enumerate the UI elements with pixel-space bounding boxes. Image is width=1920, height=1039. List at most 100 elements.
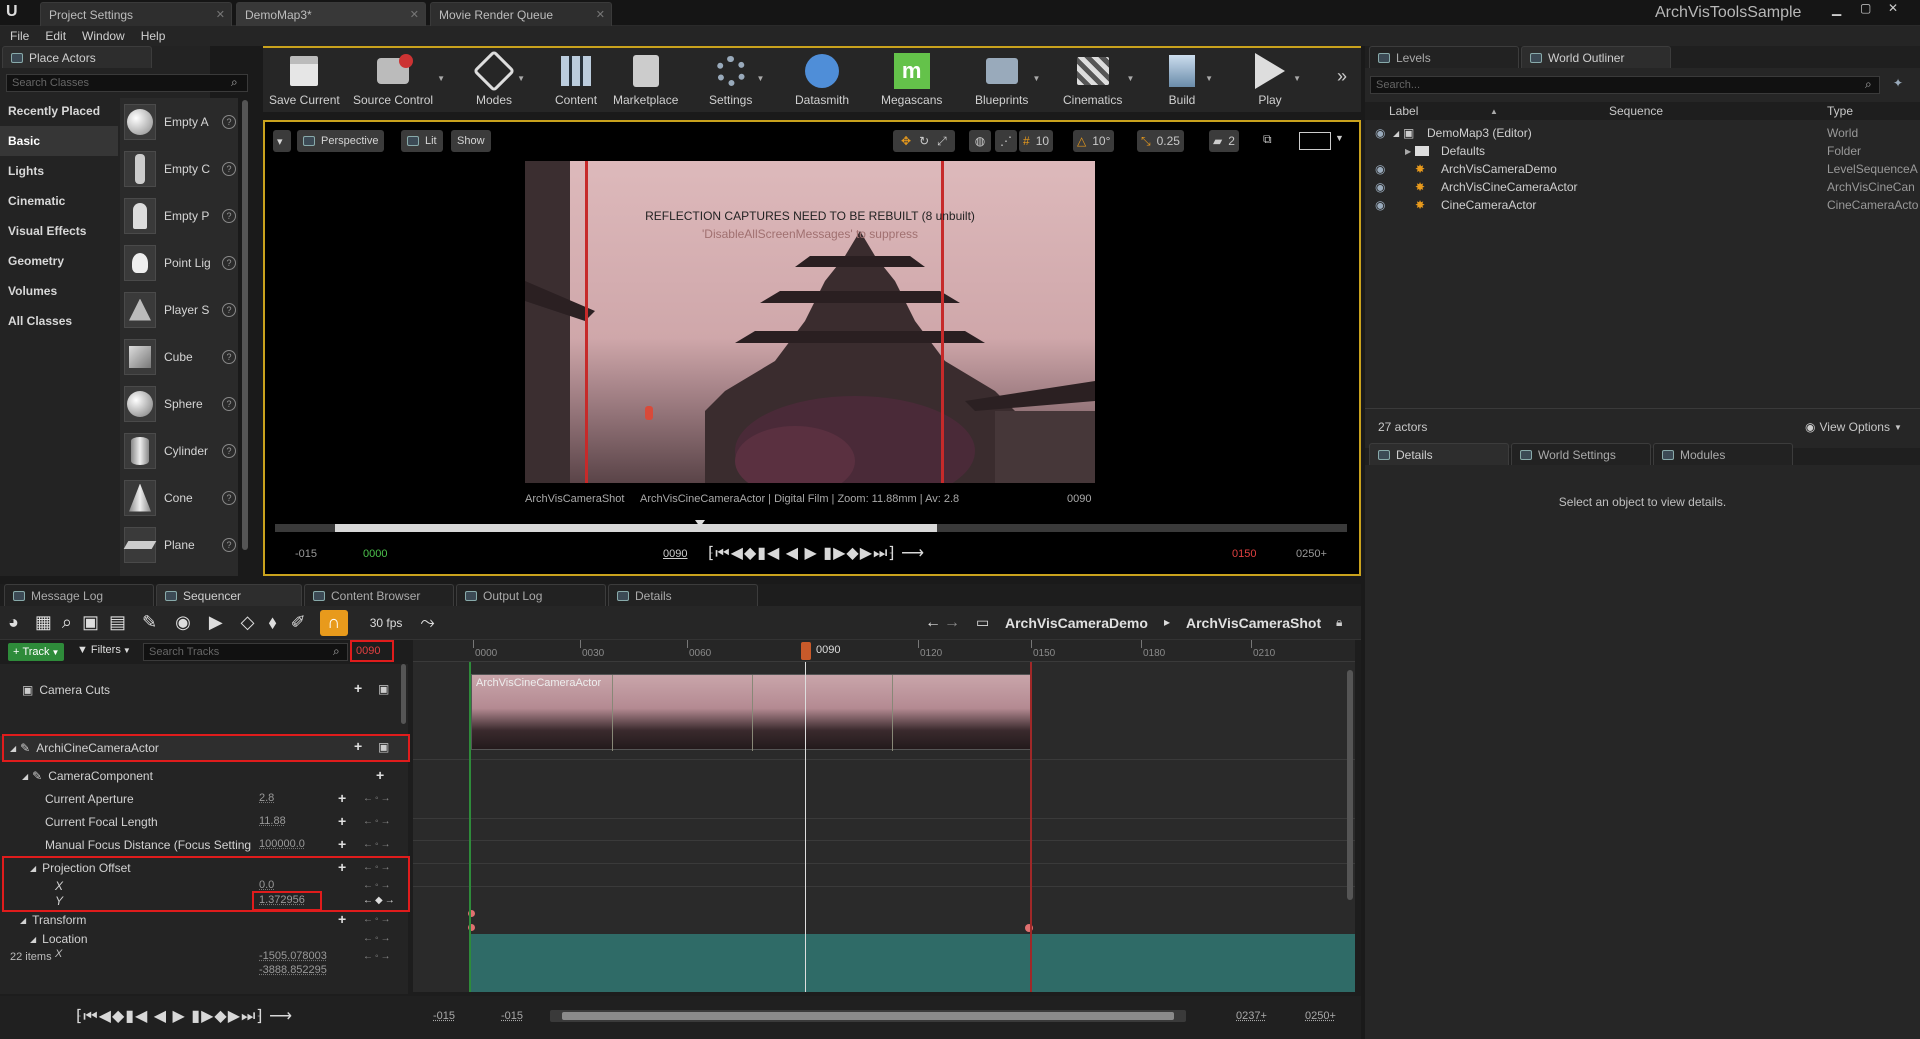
category-recently-placed[interactable]: Recently Placed: [0, 96, 118, 126]
search-classes-input[interactable]: Search Classes: [6, 74, 248, 92]
camera-component-track[interactable]: ◢ ✎ CameraComponent: [0, 766, 410, 786]
actor-item-cylinder[interactable]: Cylinder?: [120, 427, 238, 474]
category-visual-effects[interactable]: Visual Effects: [0, 216, 118, 246]
actor-item-point-light[interactable]: Point Lig?: [120, 239, 238, 286]
tab-output-log[interactable]: Output Log: [456, 584, 606, 606]
tab-place-actors[interactable]: Place Actors: [2, 46, 152, 68]
megascans-button[interactable]: m Megascans: [881, 52, 942, 107]
camera-cuts-track[interactable]: ▣ Camera Cuts: [0, 678, 410, 702]
layout-dropdown-icon[interactable]: ▼: [1335, 133, 1344, 143]
help-icon[interactable]: ?: [222, 349, 236, 364]
category-basic[interactable]: Basic: [0, 126, 118, 156]
sort-icon[interactable]: ▲: [1490, 107, 1498, 116]
search-icon[interactable]: ⌕: [333, 644, 340, 659]
col-label[interactable]: Label: [1389, 104, 1418, 118]
transform-section[interactable]: [471, 934, 1355, 992]
time-slider-playhead[interactable]: [695, 520, 705, 527]
translate-icon[interactable]: ✥: [901, 134, 911, 148]
bottom-end[interactable]: 0237+: [1236, 1010, 1267, 1022]
view-options-button[interactable]: ◉ View Options ▼: [1805, 420, 1902, 434]
tab-levels[interactable]: Levels: [1369, 46, 1519, 68]
rotate-icon[interactable]: ↻: [919, 134, 929, 148]
focal-length-track[interactable]: Current Focal Length: [0, 812, 410, 832]
timeline-h-scrollbar[interactable]: [550, 1010, 1186, 1022]
outliner-row[interactable]: ◉ ✸ ArchVisCineCameraActor ArchVisCineCan: [1365, 178, 1920, 196]
chevron-down-icon[interactable]: ▼: [517, 74, 525, 83]
edit-icon[interactable]: ✐: [291, 612, 306, 633]
location-track[interactable]: ◢ Location: [0, 930, 410, 948]
back-arrow-icon[interactable]: ←: [925, 614, 941, 632]
tab-world-settings[interactable]: World Settings: [1511, 443, 1651, 465]
tab-message-log[interactable]: Message Log: [4, 584, 154, 606]
expand-icon[interactable]: ▶: [1405, 147, 1411, 156]
help-icon[interactable]: ?: [222, 443, 236, 458]
help-icon[interactable]: ?: [222, 490, 236, 505]
bottom-start[interactable]: -015: [501, 1010, 523, 1022]
tab-world-outliner[interactable]: World Outliner: [1521, 46, 1671, 68]
outliner-row[interactable]: ◉ ✸ CineCameraActor CineCameraActo: [1365, 196, 1920, 214]
viewport-start-outer[interactable]: -015: [295, 548, 317, 560]
viewport-end[interactable]: 0150: [1232, 548, 1256, 560]
grid-snap-control[interactable]: # 10: [1019, 130, 1054, 152]
menu-window[interactable]: Window: [82, 29, 125, 43]
layout-icon[interactable]: [1299, 132, 1331, 150]
chevron-down-icon[interactable]: ▼: [1293, 74, 1301, 83]
marketplace-button[interactable]: Marketplace: [613, 52, 678, 107]
close-icon[interactable]: ✕: [596, 8, 605, 21]
datasmith-button[interactable]: Datasmith: [795, 52, 849, 107]
play-button[interactable]: Play ▼: [1251, 52, 1301, 107]
show-button[interactable]: Show: [451, 130, 491, 152]
actor-list-scrollbar[interactable]: [242, 100, 248, 550]
doc-tab-movie-render-queue[interactable]: Movie Render Queue ✕: [430, 2, 612, 26]
viewport-start[interactable]: 0000: [363, 548, 387, 560]
timeline-h-scroll-thumb[interactable]: [562, 1012, 1174, 1020]
col-sequence[interactable]: Sequence: [1609, 104, 1663, 118]
filters-button[interactable]: ▼ Filters ▼: [77, 644, 131, 656]
menu-file[interactable]: File: [10, 29, 29, 43]
help-icon[interactable]: ?: [222, 114, 236, 129]
expand-icon[interactable]: ◢: [1393, 129, 1399, 138]
help-icon[interactable]: ?: [222, 208, 236, 223]
actor-item-empty-pawn[interactable]: Empty P?: [120, 192, 238, 239]
menu-edit[interactable]: Edit: [45, 29, 66, 43]
focus-distance-track[interactable]: Manual Focus Distance (Focus Setting: [0, 835, 410, 855]
sequencer-transport-controls[interactable]: ⁅⏮◀◆▮◀ ◀ ▶ ▮▶◆▶⏭⁆ ⟶: [76, 1006, 293, 1026]
search-tracks-input[interactable]: Search Tracks: [143, 643, 348, 661]
actor-item-cone[interactable]: Cone?: [120, 474, 238, 521]
location-x-value[interactable]: -1505.078003: [259, 950, 327, 962]
toolbar-overflow-icon[interactable]: »: [1337, 66, 1347, 87]
close-icon[interactable]: ✕: [216, 8, 225, 21]
focus-distance-value[interactable]: 100000.0: [259, 838, 305, 850]
close-icon[interactable]: ✕: [410, 8, 419, 21]
folder-icon[interactable]: ▭: [976, 614, 989, 631]
help-icon[interactable]: ?: [222, 255, 236, 270]
focal-length-value[interactable]: 11.88: [259, 815, 286, 827]
add-key-icon[interactable]: +: [338, 911, 346, 927]
world-local-icon[interactable]: ◍: [969, 130, 991, 152]
scale-snap-control[interactable]: ⤡ 0.25: [1137, 130, 1184, 152]
key-icon[interactable]: ◇: [241, 612, 255, 633]
camera-speed-control[interactable]: ▰ 2: [1209, 130, 1239, 152]
add-track-button[interactable]: + Track ▼: [8, 643, 65, 661]
playhead-handle[interactable]: [801, 642, 811, 660]
bottom-end-outer[interactable]: 0250+: [1305, 1010, 1336, 1022]
help-icon[interactable]: ?: [222, 302, 236, 317]
search-icon[interactable]: ⌕: [231, 75, 238, 90]
key-navigation-icon[interactable]: ←◦→: [363, 914, 393, 925]
doc-tab-project-settings[interactable]: Project Settings ✕: [40, 2, 232, 26]
chevron-down-icon[interactable]: ▼: [756, 74, 764, 83]
eye-icon[interactable]: ◉: [175, 612, 191, 633]
actor-item-plane[interactable]: Plane?: [120, 521, 238, 568]
lock-icon[interactable]: 🔒︎: [1336, 615, 1342, 630]
chevron-down-icon[interactable]: ▼: [1126, 74, 1134, 83]
unreal-logo-icon[interactable]: U: [6, 3, 26, 23]
forward-arrow-icon[interactable]: →: [944, 614, 960, 632]
viewport-render[interactable]: REFLECTION CAPTURES NEED TO BE REBUILT (…: [525, 161, 1095, 483]
settings-button[interactable]: Settings ▼: [709, 52, 764, 107]
bottom-start-outer[interactable]: -015: [433, 1010, 455, 1022]
key-navigation-icon[interactable]: ←◦→: [363, 951, 393, 962]
breadcrumb-sequence[interactable]: ArchVisCameraDemo: [1005, 615, 1148, 631]
aperture-value[interactable]: 2.8: [259, 792, 274, 804]
actor-item-empty-character[interactable]: Empty C?: [120, 145, 238, 192]
close-window-icon[interactable]: ✕: [1888, 1, 1898, 15]
